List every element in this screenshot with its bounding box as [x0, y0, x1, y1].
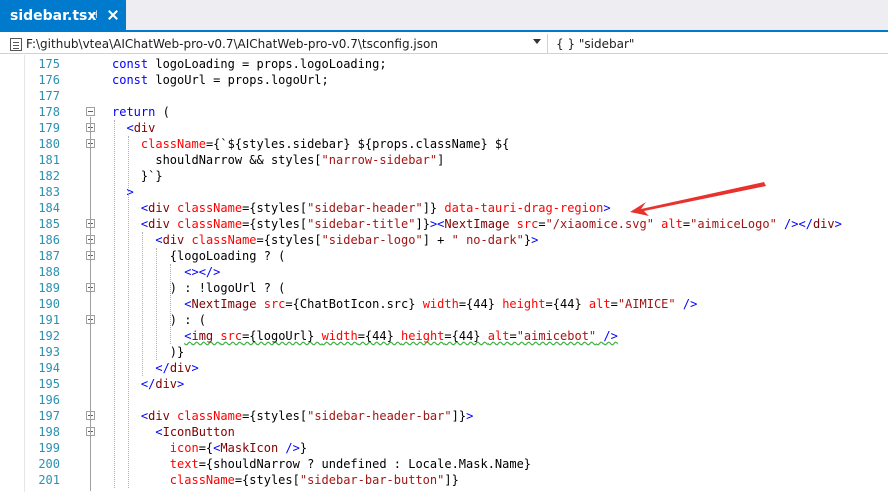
red-arrow-annotation — [630, 182, 766, 216]
